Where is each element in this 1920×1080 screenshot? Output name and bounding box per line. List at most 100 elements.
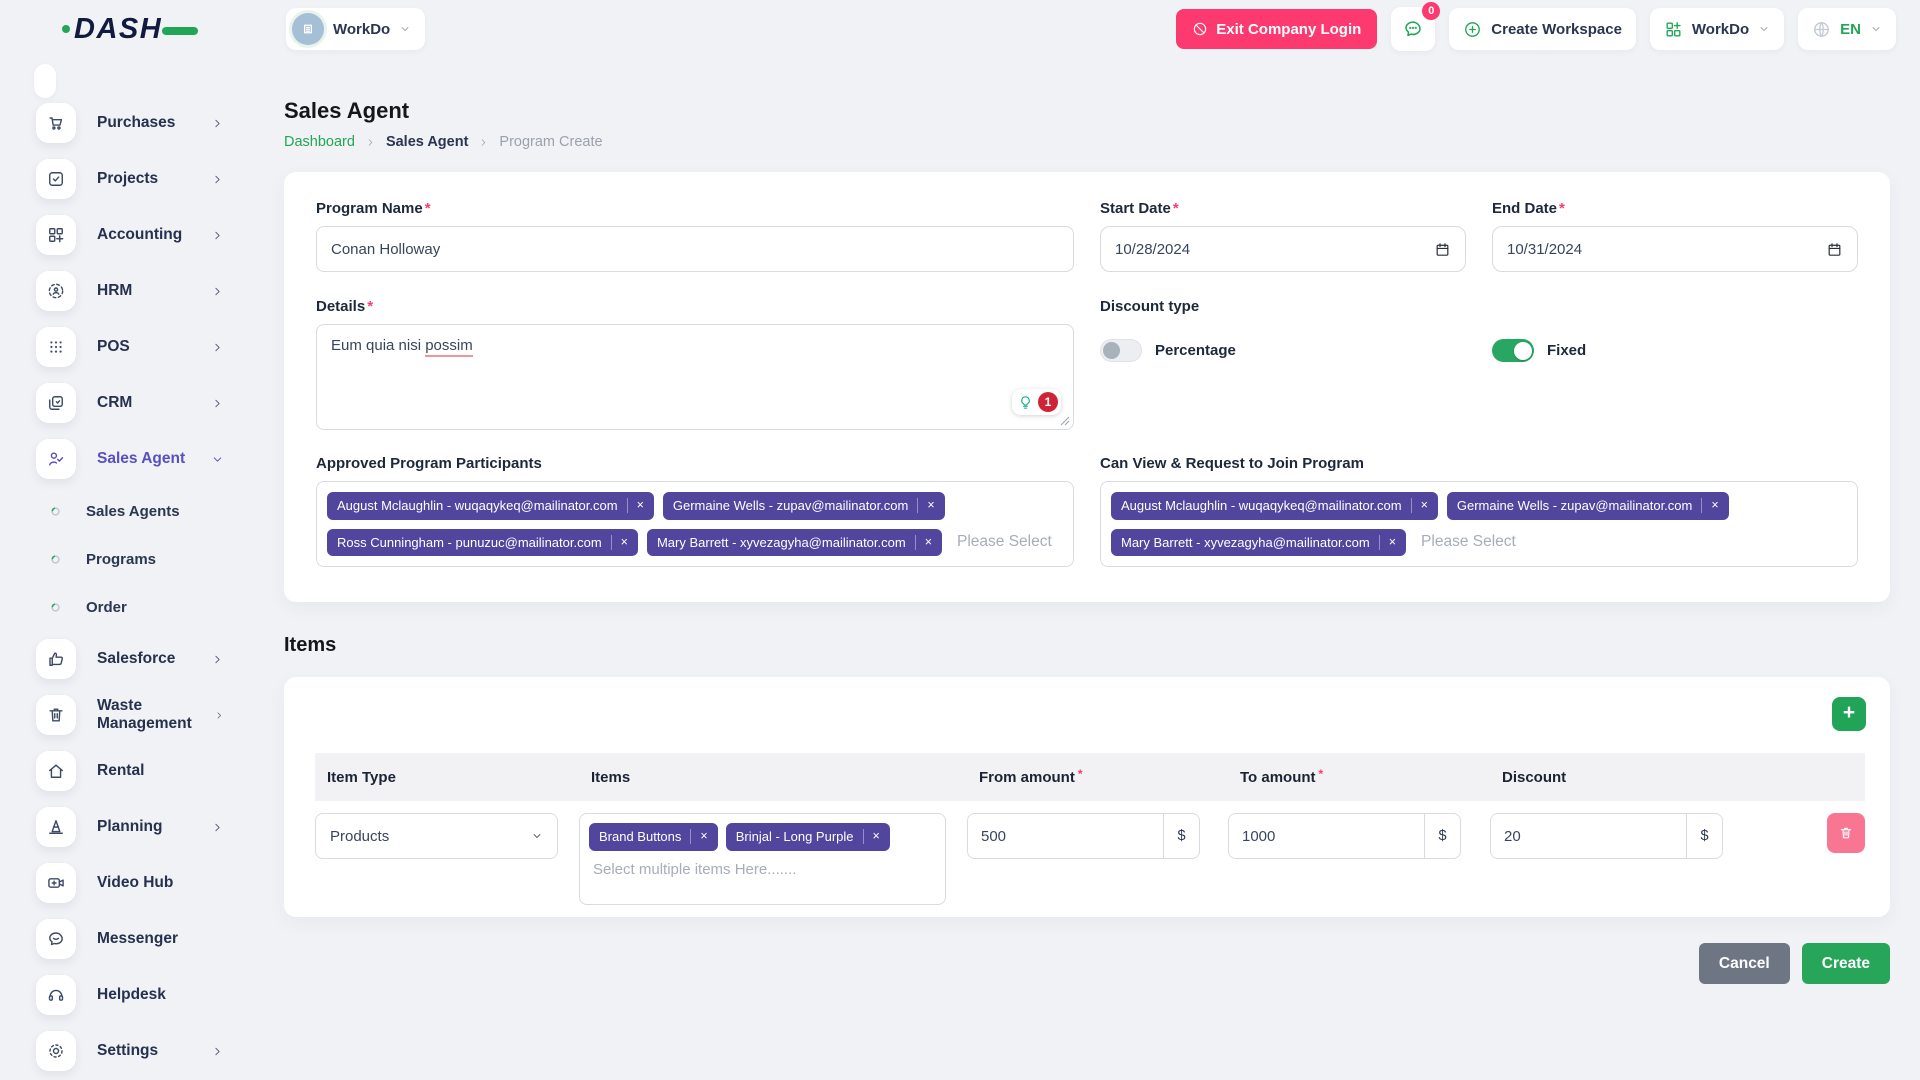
video-camera-icon xyxy=(46,873,66,893)
lightbulb-icon xyxy=(1015,392,1035,412)
sidebar-subitem-sales-agents[interactable]: Sales Agents xyxy=(48,492,264,530)
end-date-label: End Date* xyxy=(1492,200,1858,217)
sidebar-subitem-order[interactable]: Order xyxy=(48,588,264,626)
participant-tag: Mary Barrett - xyvezagyha@mailinator.com… xyxy=(647,529,942,557)
items-select-placeholder: Select multiple items Here....... xyxy=(593,861,936,878)
remove-tag-icon[interactable]: × xyxy=(627,498,644,513)
logo-dot-icon xyxy=(62,25,70,33)
chevron-down-icon xyxy=(531,830,543,842)
workspace-switcher[interactable]: WorkDo xyxy=(286,8,425,50)
sidebar: Purchases Projects Accounting HRM POS CR… xyxy=(0,58,264,1080)
sidebar-item-messenger[interactable]: Messenger xyxy=(36,916,264,962)
select-placeholder: Please Select xyxy=(957,533,1052,551)
end-date-input[interactable]: 10/31/2024 xyxy=(1492,226,1858,272)
logo-dash-icon xyxy=(162,27,198,35)
remove-tag-icon[interactable]: × xyxy=(690,829,707,844)
participant-tag: Mary Barrett - xyvezagyha@mailinator.com… xyxy=(1111,529,1406,557)
remove-tag-icon[interactable]: × xyxy=(863,829,880,844)
create-workspace-button[interactable]: Create Workspace xyxy=(1449,8,1636,50)
item-type-select[interactable]: Products xyxy=(315,813,558,859)
participant-tag: Germaine Wells - zupav@mailinator.com× xyxy=(663,492,945,520)
to-amount-input[interactable] xyxy=(1229,814,1424,858)
add-item-row-button[interactable]: + xyxy=(1832,697,1866,731)
create-button[interactable]: Create xyxy=(1802,943,1890,984)
sidebar-item-salesforce[interactable]: Salesforce xyxy=(36,636,264,682)
participant-tag: Germaine Wells - zupav@mailinator.com× xyxy=(1447,492,1729,520)
delete-row-button[interactable] xyxy=(1827,813,1865,853)
remove-tag-icon[interactable]: × xyxy=(1701,498,1718,513)
sidebar-item-accounting[interactable]: Accounting xyxy=(36,212,264,258)
app-menu-dropdown[interactable]: WorkDo xyxy=(1650,8,1784,50)
sidebar-item-helpdesk[interactable]: Helpdesk xyxy=(36,972,264,1018)
sidebar-item-rental[interactable]: Rental xyxy=(36,748,264,794)
grammar-checker-widget[interactable]: 1 xyxy=(1012,389,1061,415)
layers-icon xyxy=(46,393,66,413)
exit-company-login-button[interactable]: Exit Company Login xyxy=(1176,9,1377,49)
program-name-input[interactable] xyxy=(316,226,1074,272)
items-multiselect[interactable]: Brand Buttons× Brinjal - Long Purple× Se… xyxy=(579,813,946,905)
sidebar-item-crm[interactable]: CRM xyxy=(36,380,264,426)
remove-tag-icon[interactable]: × xyxy=(917,498,934,513)
calendar-icon[interactable] xyxy=(1826,241,1843,258)
details-group: Details* Eum quia nisi possim 1 xyxy=(316,298,1074,429)
breadcrumb-sales-agent-link[interactable]: Sales Agent xyxy=(386,134,468,150)
resize-handle[interactable] xyxy=(1060,416,1070,426)
select-placeholder: Please Select xyxy=(1421,533,1516,551)
can-view-group: Can View & Request to Join Program Augus… xyxy=(1100,455,1858,567)
sidebar-item-purchases[interactable]: Purchases xyxy=(36,100,264,146)
chevron-right-icon xyxy=(214,709,225,722)
headset-icon xyxy=(46,985,66,1005)
toggle-on-switch[interactable] xyxy=(1492,339,1534,362)
item-tag: Brinjal - Long Purple× xyxy=(726,823,890,851)
remove-tag-icon[interactable]: × xyxy=(1411,498,1428,513)
sidebar-scrollbar[interactable] xyxy=(34,64,56,98)
circle-bullet-icon xyxy=(48,552,63,567)
from-amount-input[interactable] xyxy=(968,814,1163,858)
chevron-right-icon xyxy=(211,117,224,130)
percentage-toggle[interactable]: Percentage xyxy=(1100,339,1466,362)
workspace-avatar xyxy=(292,13,324,45)
page-title: Sales Agent xyxy=(284,98,1890,124)
sidebar-item-hrm[interactable]: HRM xyxy=(36,268,264,314)
chevron-right-icon xyxy=(211,285,224,298)
plus-circle-icon xyxy=(1463,20,1482,39)
fixed-toggle[interactable]: Fixed xyxy=(1492,339,1858,362)
sidebar-item-pos[interactable]: POS xyxy=(36,324,264,370)
toggle-off-switch[interactable] xyxy=(1100,339,1142,362)
sidebar-item-waste-management[interactable]: Waste Management xyxy=(36,692,264,738)
sidebar-item-settings[interactable]: Settings xyxy=(36,1028,264,1074)
language-dropdown[interactable]: EN xyxy=(1798,8,1896,50)
dots-grid-icon xyxy=(46,337,66,357)
chevron-right-icon xyxy=(211,821,224,834)
sidebar-item-sales-agent[interactable]: Sales Agent xyxy=(36,436,264,482)
breadcrumb: Dashboard Sales Agent Program Create xyxy=(284,134,1890,150)
messages-button[interactable]: 0 xyxy=(1391,7,1435,51)
currency-symbol: $ xyxy=(1163,814,1199,858)
start-date-input[interactable]: 10/28/2024 xyxy=(1100,226,1466,272)
remove-tag-icon[interactable]: × xyxy=(611,535,628,550)
chevron-right-icon xyxy=(478,137,489,148)
chevron-right-icon xyxy=(211,173,224,186)
discount-type-group: Discount type Percentage Fixed xyxy=(1100,298,1858,429)
chat-bubble-icon xyxy=(46,929,66,949)
items-card: + Item Type Items From amount* To amount… xyxy=(284,677,1890,917)
breadcrumb-dashboard-link[interactable]: Dashboard xyxy=(284,134,355,150)
cone-icon xyxy=(46,817,66,837)
sidebar-subitem-programs[interactable]: Programs xyxy=(48,540,264,578)
currency-symbol: $ xyxy=(1424,814,1460,858)
home-icon xyxy=(46,761,66,781)
calendar-icon[interactable] xyxy=(1434,241,1451,258)
can-view-multiselect[interactable]: August Mclaughlin - wuqaqykeq@mailinator… xyxy=(1100,481,1858,567)
sidebar-item-projects[interactable]: Projects xyxy=(36,156,264,202)
details-textarea[interactable]: Eum quia nisi possim 1 xyxy=(316,324,1074,430)
remove-tag-icon[interactable]: × xyxy=(1379,535,1396,550)
remove-tag-icon[interactable]: × xyxy=(915,535,932,550)
approved-participants-multiselect[interactable]: August Mclaughlin - wuqaqykeq@mailinator… xyxy=(316,481,1074,567)
language-code: EN xyxy=(1840,21,1861,38)
cancel-button[interactable]: Cancel xyxy=(1699,943,1790,984)
logo-text: DASH xyxy=(74,13,162,46)
discount-input[interactable] xyxy=(1491,814,1686,858)
approved-participants-group: Approved Program Participants August Mcl… xyxy=(316,455,1074,567)
sidebar-item-planning[interactable]: Planning xyxy=(36,804,264,850)
sidebar-item-video-hub[interactable]: Video Hub xyxy=(36,860,264,906)
